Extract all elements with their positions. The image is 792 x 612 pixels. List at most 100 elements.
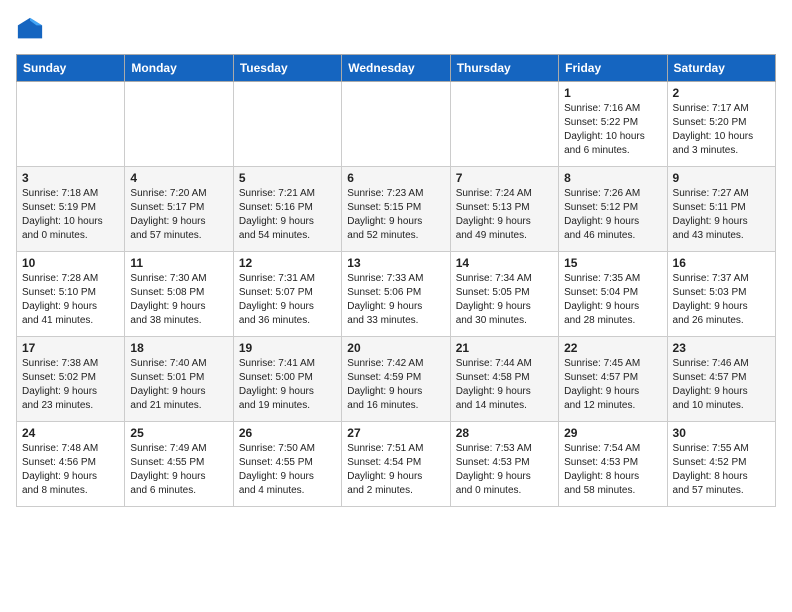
day-number: 13 <box>347 256 444 270</box>
calendar-cell: 17 Sunrise: 7:38 AM Sunset: 5:02 PM Dayli… <box>17 337 125 422</box>
day-number: 10 <box>22 256 119 270</box>
calendar-cell: 10 Sunrise: 7:28 AM Sunset: 5:10 PM Dayli… <box>17 252 125 337</box>
calendar-week-row: 3Sunrise: 7:18 AM Sunset: 5:19 PM Daylig… <box>17 167 776 252</box>
day-number: 6 <box>347 171 444 185</box>
day-info: Sunrise: 7:41 AM Sunset: 5:00 PM Dayligh… <box>239 357 336 413</box>
calendar-cell: 13 Sunrise: 7:33 AM Sunset: 5:06 PM Dayli… <box>342 252 450 337</box>
calendar-header-monday: Monday <box>125 55 233 82</box>
calendar-table: SundayMondayTuesdayWednesdayThursdayFrid… <box>16 54 776 507</box>
day-info: Sunrise: 7:37 AM Sunset: 5:03 PM Dayligh… <box>673 272 770 328</box>
day-number: 24 <box>22 426 119 440</box>
calendar-cell: 8 Sunrise: 7:26 AM Sunset: 5:12 PM Daylig… <box>559 167 667 252</box>
calendar-cell: 12Sunrise: 7:31 AM Sunset: 5:07 PM Dayli… <box>233 252 341 337</box>
day-info: Sunrise: 7:55 AM Sunset: 4:52 PM Dayligh… <box>673 442 770 498</box>
day-info: Sunrise: 7:38 AM Sunset: 5:02 PM Dayligh… <box>22 357 119 413</box>
calendar-header-wednesday: Wednesday <box>342 55 450 82</box>
day-info: Sunrise: 7:51 AM Sunset: 4:54 PM Dayligh… <box>347 442 444 498</box>
day-number: 30 <box>673 426 770 440</box>
day-number: 20 <box>347 341 444 355</box>
day-info: Sunrise: 7:46 AM Sunset: 4:57 PM Dayligh… <box>673 357 770 413</box>
day-info: Sunrise: 7:18 AM Sunset: 5:19 PM Dayligh… <box>22 187 119 243</box>
day-number: 29 <box>564 426 661 440</box>
day-info: Sunrise: 7:42 AM Sunset: 4:59 PM Dayligh… <box>347 357 444 413</box>
calendar-cell <box>125 82 233 167</box>
day-number: 19 <box>239 341 336 355</box>
day-number: 7 <box>456 171 553 185</box>
day-info: Sunrise: 7:48 AM Sunset: 4:56 PM Dayligh… <box>22 442 119 498</box>
calendar-week-row: 10 Sunrise: 7:28 AM Sunset: 5:10 PM Dayli… <box>17 252 776 337</box>
day-info: Sunrise: 7:54 AM Sunset: 4:53 PM Dayligh… <box>564 442 661 498</box>
day-number: 14 <box>456 256 553 270</box>
day-number: 4 <box>130 171 227 185</box>
day-info: Sunrise: 7:45 AM Sunset: 4:57 PM Dayligh… <box>564 357 661 413</box>
day-number: 2 <box>673 86 770 100</box>
day-number: 18 <box>130 341 227 355</box>
day-number: 17 <box>22 341 119 355</box>
day-info: Sunrise: 7:28 AM Sunset: 5:10 PM Dayligh… <box>22 272 119 328</box>
day-number: 21 <box>456 341 553 355</box>
calendar-week-row: 1Sunrise: 7:16 AM Sunset: 5:22 PM Daylig… <box>17 82 776 167</box>
day-number: 26 <box>239 426 336 440</box>
calendar-cell: 18Sunrise: 7:40 AM Sunset: 5:01 PM Dayli… <box>125 337 233 422</box>
day-number: 25 <box>130 426 227 440</box>
calendar-header-friday: Friday <box>559 55 667 82</box>
day-number: 27 <box>347 426 444 440</box>
day-number: 5 <box>239 171 336 185</box>
calendar-header-tuesday: Tuesday <box>233 55 341 82</box>
day-info: Sunrise: 7:50 AM Sunset: 4:55 PM Dayligh… <box>239 442 336 498</box>
day-number: 23 <box>673 341 770 355</box>
calendar-cell: 26 Sunrise: 7:50 AM Sunset: 4:55 PM Dayli… <box>233 422 341 507</box>
calendar-cell: 30 Sunrise: 7:55 AM Sunset: 4:52 PM Dayli… <box>667 422 775 507</box>
day-number: 22 <box>564 341 661 355</box>
day-info: Sunrise: 7:33 AM Sunset: 5:06 PM Dayligh… <box>347 272 444 328</box>
calendar-cell <box>17 82 125 167</box>
calendar-cell <box>342 82 450 167</box>
day-number: 8 <box>564 171 661 185</box>
calendar-cell: 5 Sunrise: 7:21 AM Sunset: 5:16 PM Daylig… <box>233 167 341 252</box>
day-info: Sunrise: 7:20 AM Sunset: 5:17 PM Dayligh… <box>130 187 227 243</box>
day-info: Sunrise: 7:31 AM Sunset: 5:07 PM Dayligh… <box>239 272 336 328</box>
day-info: Sunrise: 7:44 AM Sunset: 4:58 PM Dayligh… <box>456 357 553 413</box>
calendar-cell: 9 Sunrise: 7:27 AM Sunset: 5:11 PM Daylig… <box>667 167 775 252</box>
calendar-cell: 21 Sunrise: 7:44 AM Sunset: 4:58 PM Dayli… <box>450 337 558 422</box>
calendar-cell: 27 Sunrise: 7:51 AM Sunset: 4:54 PM Dayli… <box>342 422 450 507</box>
day-info: Sunrise: 7:34 AM Sunset: 5:05 PM Dayligh… <box>456 272 553 328</box>
calendar-cell: 24 Sunrise: 7:48 AM Sunset: 4:56 PM Dayli… <box>17 422 125 507</box>
day-info: Sunrise: 7:53 AM Sunset: 4:53 PM Dayligh… <box>456 442 553 498</box>
calendar-cell: 7 Sunrise: 7:24 AM Sunset: 5:13 PM Daylig… <box>450 167 558 252</box>
day-info: Sunrise: 7:24 AM Sunset: 5:13 PM Dayligh… <box>456 187 553 243</box>
calendar-cell: 19 Sunrise: 7:41 AM Sunset: 5:00 PM Dayli… <box>233 337 341 422</box>
day-info: Sunrise: 7:16 AM Sunset: 5:22 PM Dayligh… <box>564 102 661 158</box>
calendar-cell: 29 Sunrise: 7:54 AM Sunset: 4:53 PM Dayli… <box>559 422 667 507</box>
day-number: 28 <box>456 426 553 440</box>
calendar-cell: 14 Sunrise: 7:34 AM Sunset: 5:05 PM Dayli… <box>450 252 558 337</box>
logo-icon <box>16 16 44 44</box>
day-info: Sunrise: 7:23 AM Sunset: 5:15 PM Dayligh… <box>347 187 444 243</box>
day-info: Sunrise: 7:30 AM Sunset: 5:08 PM Dayligh… <box>130 272 227 328</box>
calendar-header-saturday: Saturday <box>667 55 775 82</box>
day-info: Sunrise: 7:26 AM Sunset: 5:12 PM Dayligh… <box>564 187 661 243</box>
calendar-cell: 1Sunrise: 7:16 AM Sunset: 5:22 PM Daylig… <box>559 82 667 167</box>
calendar-header-sunday: Sunday <box>17 55 125 82</box>
day-number: 11 <box>130 256 227 270</box>
calendar-cell: 15Sunrise: 7:35 AM Sunset: 5:04 PM Dayli… <box>559 252 667 337</box>
calendar-header-thursday: Thursday <box>450 55 558 82</box>
calendar-week-row: 24 Sunrise: 7:48 AM Sunset: 4:56 PM Dayli… <box>17 422 776 507</box>
calendar-cell: 6 Sunrise: 7:23 AM Sunset: 5:15 PM Daylig… <box>342 167 450 252</box>
day-info: Sunrise: 7:17 AM Sunset: 5:20 PM Dayligh… <box>673 102 770 158</box>
calendar-cell: 3Sunrise: 7:18 AM Sunset: 5:19 PM Daylig… <box>17 167 125 252</box>
calendar-cell: 25 Sunrise: 7:49 AM Sunset: 4:55 PM Dayli… <box>125 422 233 507</box>
day-info: Sunrise: 7:21 AM Sunset: 5:16 PM Dayligh… <box>239 187 336 243</box>
day-info: Sunrise: 7:27 AM Sunset: 5:11 PM Dayligh… <box>673 187 770 243</box>
calendar-cell: 28 Sunrise: 7:53 AM Sunset: 4:53 PM Dayli… <box>450 422 558 507</box>
day-info: Sunrise: 7:49 AM Sunset: 4:55 PM Dayligh… <box>130 442 227 498</box>
calendar-cell <box>233 82 341 167</box>
calendar-cell: 22 Sunrise: 7:45 AM Sunset: 4:57 PM Dayli… <box>559 337 667 422</box>
calendar-cell: 23 Sunrise: 7:46 AM Sunset: 4:57 PM Dayli… <box>667 337 775 422</box>
day-number: 9 <box>673 171 770 185</box>
logo <box>16 16 48 44</box>
day-number: 16 <box>673 256 770 270</box>
calendar-cell <box>450 82 558 167</box>
calendar-cell: 4 Sunrise: 7:20 AM Sunset: 5:17 PM Daylig… <box>125 167 233 252</box>
calendar-cell: 20 Sunrise: 7:42 AM Sunset: 4:59 PM Dayli… <box>342 337 450 422</box>
